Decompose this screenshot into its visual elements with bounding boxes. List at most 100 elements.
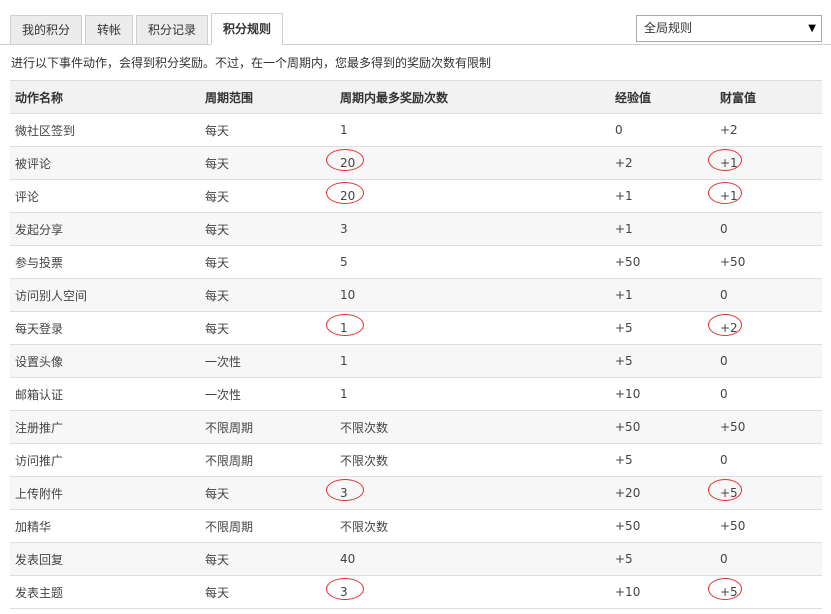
cell-max-times-value: 1 [340,321,348,335]
cell-max-times: 10 [335,278,610,312]
rule-scope-select[interactable]: 全局规则 ▼ [636,15,822,42]
cell-wealth-annotated: +1 [708,149,742,171]
cell-action-value: 每天登录 [15,321,64,336]
cell-wealth-annotated: +5 [708,479,742,501]
column-header-experience: 经验值 [610,80,715,114]
tab-my-points[interactable]: 我的积分 [10,15,83,45]
cell-experience: +5 [610,344,715,378]
cell-action: 上传附件 [10,476,200,510]
cell-action-value: 访问别人空间 [15,288,88,303]
cell-wealth-value: +2 [720,321,738,335]
cell-experience-value: +2 [615,156,633,170]
cell-action-value: 发表主题 [15,585,64,600]
cell-action: 设置头像 [10,344,200,378]
cell-max-times-annotated: 20 [326,149,364,171]
table-row: 发起分享 每天 3 +1 0 [10,212,822,246]
cell-max-times: 20 [326,146,610,180]
cell-max-times: 3 [335,212,610,246]
cell-period-value: 每天 [205,552,230,567]
cell-action: 参与投票 [10,245,200,279]
dropdown-arrow-icon: ▼ [808,23,816,34]
cell-max-times-value: 不限次数 [340,519,389,534]
table-row: 加精华 不限周期 不限次数 +50 +50 [10,509,822,543]
cell-wealth: 0 [715,377,822,411]
cell-period-value: 一次性 [205,387,242,402]
cell-max-times: 1 [335,344,610,378]
cell-experience: +50 [610,245,715,279]
tab-transfer[interactable]: 转帐 [85,15,134,45]
cell-period-value: 每天 [205,123,230,138]
cell-period: 每天 [200,212,335,246]
cell-action: 加精华 [10,509,200,543]
cell-wealth-value: 0 [720,222,728,236]
cell-experience-value: +5 [615,453,633,467]
cell-action: 发起分享 [10,212,200,246]
cell-wealth-value: +50 [720,519,746,533]
cell-experience-value: +1 [615,288,633,302]
tab-points-log[interactable]: 积分记录 [136,15,209,45]
cell-action-value: 被评论 [15,156,52,171]
cell-experience-value: +10 [615,585,641,599]
cell-max-times-value: 不限次数 [340,420,389,435]
cell-experience: +10 [610,377,715,411]
cell-period: 不限周期 [200,509,335,543]
cell-period-value: 每天 [205,255,230,270]
cell-max-times-value: 3 [340,585,348,599]
cell-action-value: 微社区签到 [15,123,76,138]
cell-wealth-value: +5 [720,486,738,500]
cell-experience-value: +1 [615,222,633,236]
cell-max-times: 不限次数 [335,443,610,477]
cell-period: 每天 [200,245,335,279]
tab-points-rules[interactable]: 积分规则 [211,13,284,45]
cell-max-times-value: 3 [340,486,348,500]
cell-wealth: 0 [715,212,822,246]
cell-wealth-value: +1 [720,189,738,203]
table-row: 发表回复 每天 40 +5 0 [10,542,822,576]
column-header-action: 动作名称 [10,80,200,114]
points-rules-table: 动作名称 周期范围 周期内最多奖励次数 经验值 财富值 微社区签到 每天 1 0 +2 被… [10,80,822,609]
cell-experience: +2 [610,146,715,180]
cell-wealth-value: 0 [720,354,728,368]
cell-action: 访问别人空间 [10,278,200,312]
table-row: 被评论 每天 20 +2 +1 [10,146,822,180]
column-header-period: 周期范围 [200,80,335,114]
cell-max-times: 不限次数 [335,509,610,543]
cell-wealth-annotated: +2 [708,314,742,336]
cell-wealth: 0 [715,542,822,576]
cell-period-value: 不限周期 [205,420,254,435]
cell-wealth-value: 0 [720,288,728,302]
cell-period: 每天 [200,575,335,609]
cell-experience: +5 [610,443,715,477]
column-header-max-times: 周期内最多奖励次数 [335,80,610,114]
cell-period-value: 一次性 [205,354,242,369]
cell-max-times-value: 10 [340,288,356,302]
cell-period: 不限周期 [200,410,335,444]
cell-experience: +50 [610,410,715,444]
cell-max-times-annotated: 3 [326,578,364,600]
cell-max-times-value: 1 [340,387,348,401]
cell-action-value: 发表回复 [15,552,64,567]
cell-wealth: +1 [708,146,822,180]
cell-experience: +20 [610,476,715,510]
cell-wealth: +50 [715,245,822,279]
cell-action: 微社区签到 [10,113,200,147]
cell-experience-value: +50 [615,255,641,269]
cell-action: 评论 [10,179,200,213]
cell-wealth: 0 [715,443,822,477]
cell-max-times: 40 [335,542,610,576]
cell-period: 每天 [200,476,335,510]
cell-period: 每天 [200,179,335,213]
cell-experience-value: +1 [615,189,633,203]
cell-experience-value: +20 [615,486,641,500]
cell-period: 每天 [200,113,335,147]
cell-period: 每天 [200,542,335,576]
cell-wealth: 0 [715,344,822,378]
cell-max-times-annotated: 3 [326,479,364,501]
cell-wealth-annotated: +1 [708,182,742,204]
cell-wealth-value: 0 [720,387,728,401]
cell-period-value: 每天 [205,156,230,171]
cell-max-times: 3 [326,476,610,510]
cell-period-value: 不限周期 [205,453,254,468]
cell-experience: +50 [610,509,715,543]
cell-max-times-value: 40 [340,552,356,566]
